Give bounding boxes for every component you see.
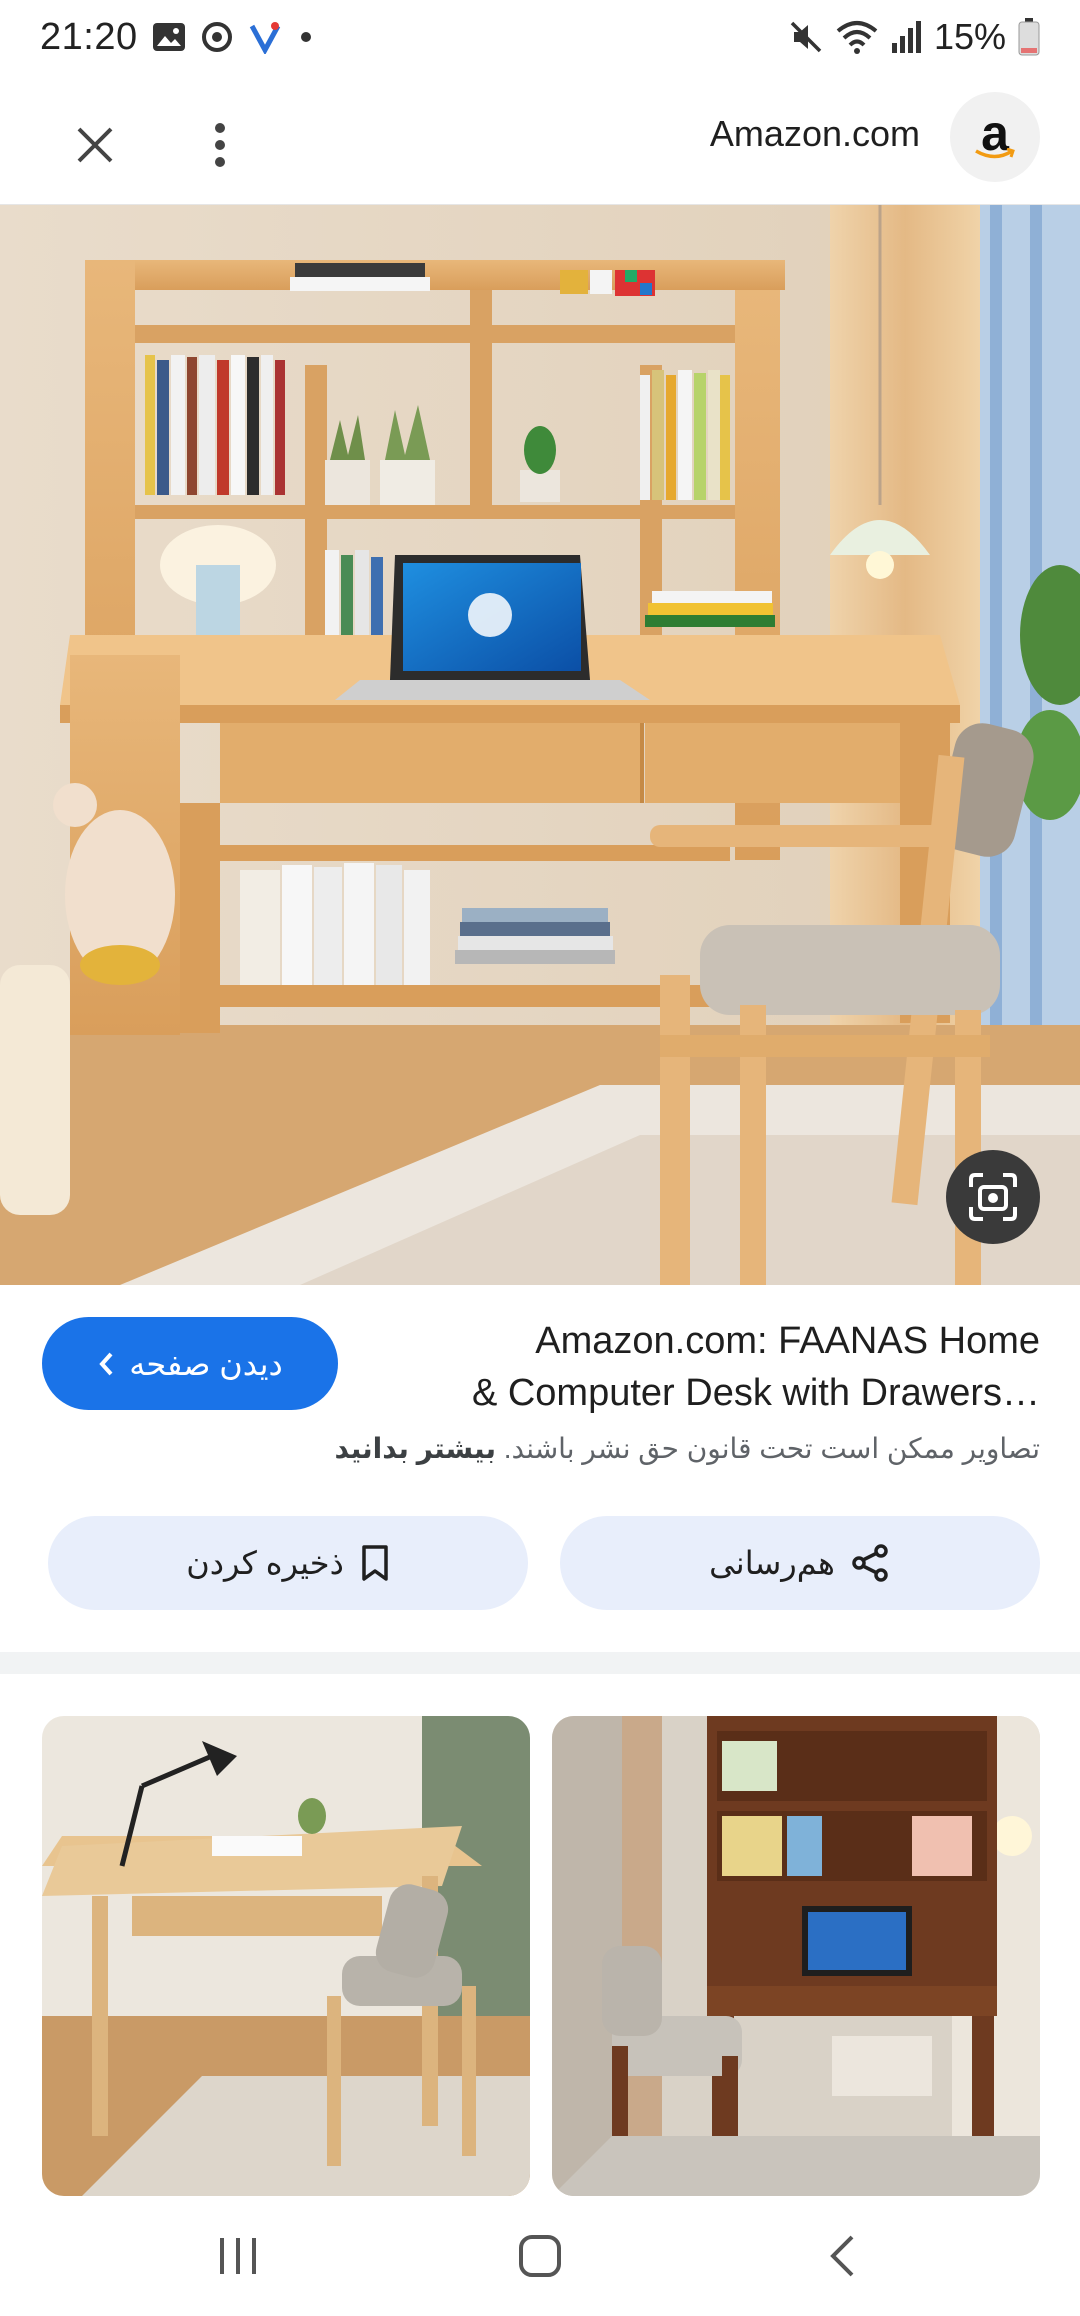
mute-icon bbox=[790, 21, 822, 53]
wifi-icon bbox=[836, 21, 878, 54]
related-image[interactable] bbox=[552, 1716, 1040, 2196]
site-logo[interactable]: a bbox=[950, 92, 1040, 182]
battery-icon bbox=[1018, 18, 1040, 56]
chevron-left-icon bbox=[99, 1352, 113, 1375]
back-icon bbox=[830, 2235, 854, 2277]
amazon-smile-icon bbox=[975, 148, 1015, 159]
share-icon bbox=[852, 1544, 888, 1582]
lens-button[interactable] bbox=[946, 1150, 1040, 1244]
more-options-button[interactable] bbox=[185, 110, 255, 180]
desk-illustration bbox=[0, 205, 1080, 1285]
save-label: ذخیره کردن bbox=[186, 1545, 344, 1581]
status-time: 21:20 bbox=[40, 16, 138, 58]
result-title-line2: & Computer Desk with Drawers… bbox=[471, 1372, 1040, 1414]
system-icons: 15% bbox=[788, 16, 1040, 58]
close-button[interactable] bbox=[60, 110, 130, 180]
related-desk-thumbnail bbox=[42, 1716, 530, 2196]
visit-page-label: دیدن صفحه bbox=[129, 1345, 283, 1382]
lens-icon bbox=[969, 1173, 1017, 1221]
copyright-notice: تصاویر ممکن است تحت قانون حق نشر باشند. … bbox=[40, 1432, 1040, 1465]
notification-icons bbox=[152, 20, 316, 54]
recents-icon bbox=[220, 2238, 256, 2274]
system-nav-bar bbox=[0, 2196, 1080, 2316]
gallery-icon bbox=[153, 23, 185, 51]
vpn-icon bbox=[249, 22, 281, 54]
more-vert-icon bbox=[215, 123, 225, 167]
copyright-text: تصاویر ممکن است تحت قانون حق نشر باشند. bbox=[503, 1433, 1040, 1464]
status-bar: 21:20 15% bbox=[0, 0, 1080, 80]
recents-button[interactable] bbox=[188, 2216, 288, 2296]
dot-icon bbox=[301, 32, 311, 42]
section-divider bbox=[0, 1652, 1080, 1674]
signal-icon bbox=[891, 21, 921, 53]
site-name[interactable]: Amazon.com bbox=[710, 113, 920, 155]
related-bookcase-thumbnail bbox=[552, 1716, 1040, 2196]
result-title[interactable]: Amazon.com: FAANAS Home & Computer Desk … bbox=[400, 1315, 1040, 1419]
close-icon bbox=[77, 127, 113, 163]
top-toolbar: Amazon.com a bbox=[0, 80, 1080, 205]
sync-icon bbox=[202, 22, 232, 52]
share-label: هم‌رسانی bbox=[709, 1545, 835, 1581]
related-image[interactable] bbox=[42, 1716, 530, 2196]
main-image[interactable] bbox=[0, 205, 1080, 1285]
battery-percentage: 15% bbox=[933, 16, 1006, 57]
result-title-line1: Amazon.com: FAANAS Home bbox=[535, 1320, 1040, 1362]
home-icon bbox=[519, 2235, 561, 2277]
home-button[interactable] bbox=[490, 2216, 590, 2296]
share-button[interactable]: هم‌رسانی bbox=[560, 1516, 1040, 1610]
visit-page-button[interactable]: دیدن صفحه bbox=[42, 1317, 338, 1410]
learn-more-link[interactable]: بیشتر بدانید bbox=[335, 1433, 496, 1464]
save-button[interactable]: ذخیره کردن bbox=[48, 1516, 528, 1610]
back-button[interactable] bbox=[792, 2216, 892, 2296]
bookmark-icon bbox=[362, 1545, 388, 1581]
